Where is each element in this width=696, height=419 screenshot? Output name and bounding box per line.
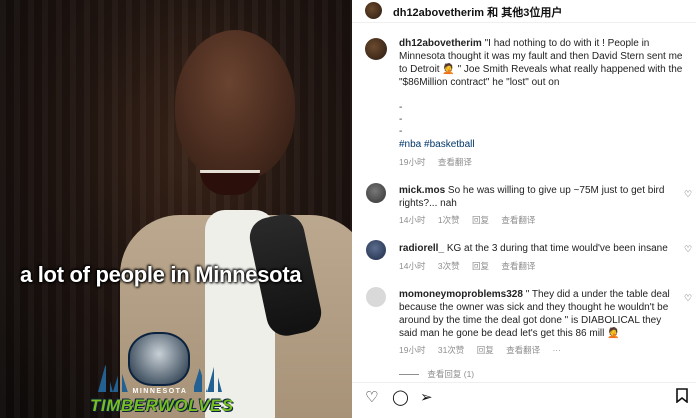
header-title[interactable]: dh12abovetherim 和 其他3位用户 xyxy=(393,4,562,20)
avatar[interactable] xyxy=(365,38,387,60)
comment-text: mick.mos So he was willing to give up ~7… xyxy=(399,184,671,210)
reply-link[interactable]: 回复 xyxy=(472,215,489,225)
comment-text: radiorell_ KG at the 3 during that time … xyxy=(399,242,671,255)
heart-icon[interactable]: ♡ xyxy=(684,190,692,199)
see-translation-link[interactable]: 查看翻译 xyxy=(501,215,535,225)
more-options-icon[interactable]: ··· xyxy=(552,345,561,355)
caption-text: dh12abovetherim "I had nothing to do wit… xyxy=(399,37,684,89)
replies-divider xyxy=(399,374,419,376)
post-header: dh12abovetherim 和 其他3位用户 xyxy=(352,0,696,23)
comment-time: 14小时 xyxy=(399,261,426,271)
avatar[interactable] xyxy=(366,287,386,307)
avatar[interactable] xyxy=(365,2,382,19)
see-translation-link[interactable]: 查看翻译 xyxy=(438,157,472,167)
view-replies-link[interactable]: 查看回复 (1) xyxy=(427,369,474,379)
heart-icon[interactable]: ♡ xyxy=(684,245,692,254)
see-translation-link[interactable]: 查看翻译 xyxy=(501,261,535,271)
comment-username[interactable]: mick.mos xyxy=(399,185,445,196)
wolf-icon xyxy=(128,332,190,386)
bookmark-glyph xyxy=(676,388,688,404)
video-subtitle: a lot of people in Minnesota xyxy=(20,262,302,287)
comment-time: 19小时 xyxy=(399,345,426,355)
instagram-post-view: a lot of people in Minnesota MINNESOTA T… xyxy=(0,0,696,418)
caption-meta: 19小时 查看翻译 xyxy=(399,156,482,168)
view-replies[interactable]: 查看回复 (1) xyxy=(399,368,484,380)
post-sidebar: dh12abovetherim 和 其他3位用户 dh12abovetherim… xyxy=(352,0,696,418)
caption-dash: - xyxy=(399,102,403,113)
comment-meta: 14小时 1次赞 回复 查看翻译 xyxy=(399,214,545,226)
logo-name-text: TIMBERWOLVES xyxy=(90,396,234,415)
hashtags[interactable]: #nba #basketball xyxy=(399,139,475,150)
comment-meta: 19小时 31次赞 回复 查看翻译 ··· xyxy=(399,344,571,356)
reply-link[interactable]: 回复 xyxy=(472,261,489,271)
comment-body: KG at the 3 during that time would've be… xyxy=(446,243,668,254)
avatar[interactable] xyxy=(366,183,386,203)
avatar[interactable] xyxy=(366,240,386,260)
comment-icon[interactable]: ◯ xyxy=(392,388,409,406)
heart-icon[interactable]: ♡ xyxy=(365,388,378,406)
bookmark-icon[interactable] xyxy=(676,388,688,407)
comment-meta: 14小时 3次赞 回复 查看翻译 xyxy=(399,260,545,272)
action-bar: ♡ ◯ ➢ xyxy=(352,382,696,419)
reply-link[interactable]: 回复 xyxy=(477,345,494,355)
timberwolves-logo: MINNESOTA TIMBERWOLVES xyxy=(90,330,234,418)
post-time: 19小时 xyxy=(399,157,426,167)
post-video[interactable]: a lot of people in Minnesota MINNESOTA T… xyxy=(0,0,352,418)
comment-text: momoneymoproblems328 " They did a under … xyxy=(399,288,671,340)
comment-username[interactable]: radiorell_ xyxy=(399,243,444,254)
heart-icon[interactable]: ♡ xyxy=(684,294,692,303)
caption-dash: - xyxy=(399,126,403,137)
send-icon[interactable]: ➢ xyxy=(420,388,433,406)
caption-dash: - xyxy=(399,114,403,125)
comment-likes[interactable]: 3次赞 xyxy=(438,261,460,271)
person-head xyxy=(175,30,295,180)
logo-top-text: MINNESOTA xyxy=(132,388,188,395)
comment-time: 14小时 xyxy=(399,215,426,225)
comment-likes[interactable]: 31次赞 xyxy=(438,345,464,355)
comment-likes[interactable]: 1次赞 xyxy=(438,215,460,225)
comment-username[interactable]: momoneymoproblems328 xyxy=(399,289,523,300)
see-translation-link[interactable]: 查看翻译 xyxy=(506,345,540,355)
caption-username[interactable]: dh12abovetherim xyxy=(399,38,482,49)
